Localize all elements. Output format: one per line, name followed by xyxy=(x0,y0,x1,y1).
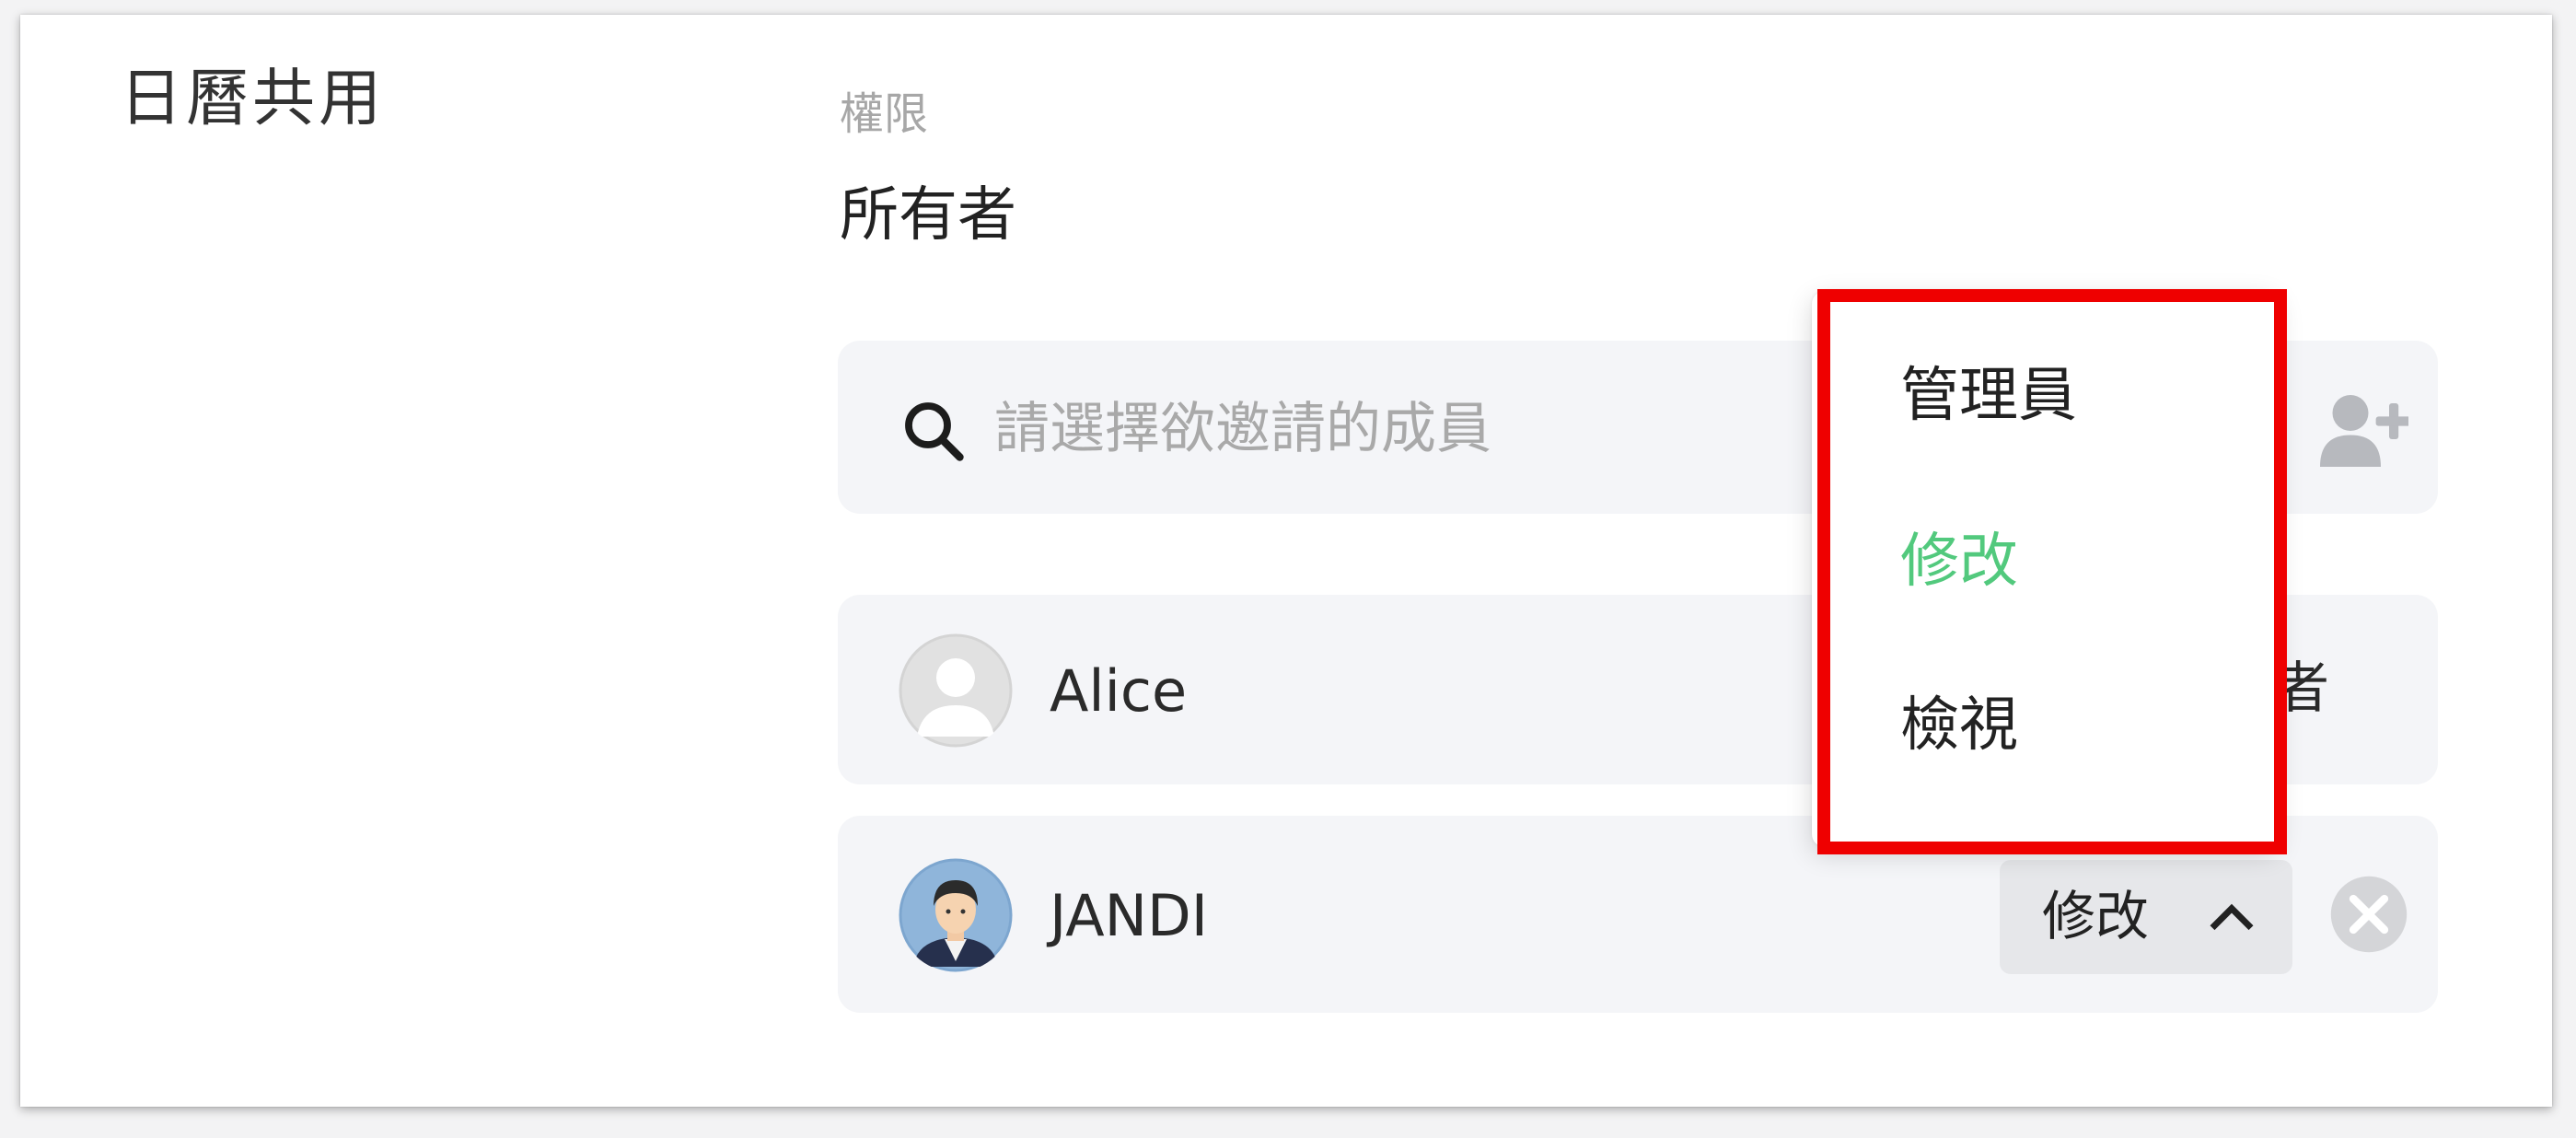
member-name: Alice xyxy=(1050,657,1188,725)
chevron-up-icon xyxy=(2210,903,2254,931)
menu-item-admin[interactable]: 管理員 xyxy=(1900,366,2077,425)
role-dropdown-button[interactable]: 修改 xyxy=(2000,860,2292,974)
jandi-avatar-icon xyxy=(899,858,1013,972)
remove-member-button[interactable] xyxy=(2329,875,2408,954)
avatar xyxy=(899,633,1013,748)
avatar xyxy=(899,858,1013,972)
permission-value: 所有者 xyxy=(840,181,1016,250)
member-name: JANDI xyxy=(1050,882,1209,949)
menu-item-edit[interactable]: 修改 xyxy=(1900,532,2018,591)
member-search-input[interactable] xyxy=(994,383,1823,475)
member-role: 者 xyxy=(2274,656,2329,721)
section-title: 日曆共用 xyxy=(120,63,386,135)
permission-caption: 權限 xyxy=(840,88,929,140)
search-icon xyxy=(905,402,964,461)
add-user-icon[interactable] xyxy=(2320,392,2408,470)
menu-item-view[interactable]: 檢視 xyxy=(1900,696,2018,755)
calendar-sharing-panel: 日曆共用 權限 所有者 Alice 者 xyxy=(20,15,2552,1107)
role-dropdown-label: 修改 xyxy=(2042,885,2150,947)
default-avatar-icon xyxy=(899,633,1013,748)
role-dropdown-menu: 管理員 修改 檢視 xyxy=(1812,291,2278,847)
